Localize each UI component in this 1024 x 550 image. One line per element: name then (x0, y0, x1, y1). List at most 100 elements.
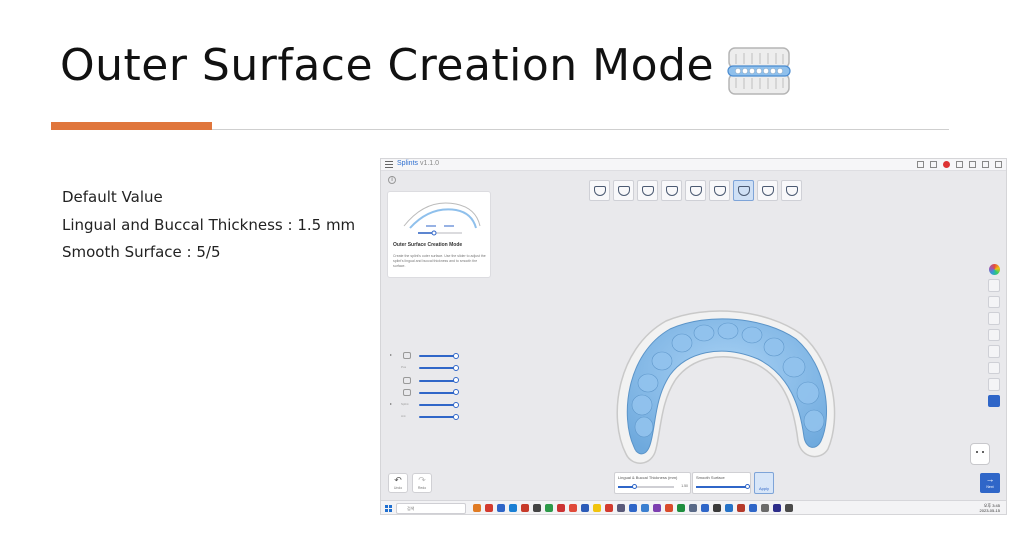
view-cube[interactable] (970, 443, 990, 465)
mail-icon[interactable] (930, 161, 937, 168)
tool-check[interactable] (781, 180, 802, 201)
note-line: Default Value (62, 188, 163, 206)
visibility-row: Ant (389, 412, 459, 424)
grid-icon[interactable] (988, 279, 1000, 292)
taskbar-app-icon[interactable] (773, 504, 781, 512)
box-icon[interactable] (988, 361, 1000, 374)
splint-3d-model[interactable] (606, 309, 846, 469)
taskbar-app-icon[interactable] (749, 504, 757, 512)
taskbar-app-icon[interactable] (761, 504, 769, 512)
align-icon (618, 186, 630, 196)
slider-knob[interactable] (453, 413, 459, 420)
taskbar-apps (473, 504, 793, 512)
taskbar-app-icon[interactable] (629, 504, 637, 512)
tool-settings[interactable] (589, 180, 610, 201)
slide: Outer Surface Creation Mode Default Valu… (0, 0, 1024, 550)
opacity-slider[interactable] (419, 355, 457, 357)
taskbar-app-icon[interactable] (509, 504, 517, 512)
tool-text[interactable] (757, 180, 778, 201)
title-bar: Splints v1.1.0 (381, 159, 1006, 171)
undo-button[interactable]: ↶ Undo (388, 473, 408, 493)
expand-icon[interactable]: ▸ (390, 352, 392, 357)
taskbar-app-icon[interactable] (485, 504, 493, 512)
visibility-sliders: ▸ Pos ▸ Splint Ant (389, 351, 459, 425)
scan-icon[interactable] (988, 328, 1000, 341)
taskbar-search-input[interactable]: 검색 (396, 503, 466, 514)
record-icon[interactable] (943, 161, 950, 168)
thickness-value: 1.50 (681, 484, 688, 488)
taskbar-app-icon[interactable] (581, 504, 589, 512)
smooth-knob[interactable] (744, 484, 750, 489)
layer-icon[interactable] (988, 345, 1000, 358)
mode-help-card: Outer Surface Creation Mode Create the s… (387, 191, 491, 278)
screen-icon[interactable] (988, 394, 1000, 407)
slider-knob[interactable] (453, 377, 459, 384)
settings-icon[interactable] (956, 161, 963, 168)
taskbar-app-icon[interactable] (557, 504, 565, 512)
start-icon[interactable] (385, 505, 392, 512)
rotate-icon[interactable] (988, 378, 1000, 391)
maximize-icon[interactable] (982, 161, 989, 168)
taskbar-app-icon[interactable] (665, 504, 673, 512)
opacity-slider[interactable] (419, 379, 457, 382)
tool-arch[interactable] (685, 180, 706, 201)
taskbar-app-icon[interactable] (785, 504, 793, 512)
opacity-slider[interactable] (419, 416, 457, 419)
visibility-row: ▸ (389, 351, 459, 363)
taskbar-app-icon[interactable] (701, 504, 709, 512)
taskbar-app-icon[interactable] (641, 504, 649, 512)
check-icon (786, 186, 798, 196)
taskbar-app-icon[interactable] (605, 504, 613, 512)
taskbar-app-icon[interactable] (473, 504, 481, 512)
slider-knob[interactable] (453, 401, 459, 408)
expand-icon[interactable]: ▸ (390, 401, 392, 406)
next-button[interactable]: → Next (980, 473, 1000, 493)
tool-block-out[interactable] (661, 180, 682, 201)
taskbar-app-icon[interactable] (713, 504, 721, 512)
opacity-slider[interactable] (419, 391, 457, 394)
taskbar-app-icon[interactable] (545, 504, 553, 512)
thickness-panel: Lingual & Buccal Thickness (mm) 1.50 (614, 472, 691, 494)
info-icon[interactable]: i (388, 176, 396, 184)
taskbar-app-icon[interactable] (521, 504, 529, 512)
slider-knob[interactable] (453, 364, 459, 371)
visibility-row: ▸ Splint (389, 400, 459, 412)
thickness-slider[interactable] (618, 484, 674, 489)
minimize-icon[interactable] (969, 161, 976, 168)
smooth-panel: Smooth Surface (692, 472, 751, 494)
taskbar-app-icon[interactable] (497, 504, 505, 512)
slider-knob[interactable] (453, 352, 459, 359)
tool-occlusion[interactable] (709, 180, 730, 201)
title-rule (212, 129, 949, 130)
hand-icon[interactable] (988, 312, 1000, 325)
taskbar-app-icon[interactable] (569, 504, 577, 512)
taskbar-app-icon[interactable] (725, 504, 733, 512)
taskbar-app-icon[interactable] (653, 504, 661, 512)
taskbar-app-icon[interactable] (689, 504, 697, 512)
opacity-slider[interactable] (419, 367, 457, 370)
taskbar-app-icon[interactable] (533, 504, 541, 512)
taskbar-clock: 오후 3:45 2023-05-15 (979, 503, 1000, 513)
taskbar-app-icon[interactable] (677, 504, 685, 512)
opacity-slider[interactable] (419, 404, 457, 407)
taskbar-app-icon[interactable] (617, 504, 625, 512)
view-icon[interactable] (988, 295, 1000, 308)
smooth-label: Smooth Surface (696, 475, 725, 480)
redo-button[interactable]: ↷ Redo (412, 473, 432, 493)
apply-button[interactable]: Apply (754, 472, 774, 494)
color-wheel-icon[interactable] (988, 264, 1000, 275)
menu-icon[interactable] (385, 161, 393, 168)
thickness-knob[interactable] (632, 484, 638, 489)
slider-knob[interactable] (453, 389, 459, 396)
tool-align[interactable] (613, 180, 634, 201)
smooth-slider[interactable] (696, 484, 750, 489)
row-label: Pos (401, 365, 407, 370)
screenshot-icon[interactable] (917, 161, 924, 168)
settings-icon (594, 186, 606, 196)
jaw-icon (403, 352, 411, 359)
taskbar-app-icon[interactable] (737, 504, 745, 512)
tool-path[interactable] (637, 180, 658, 201)
tool-outer-surface[interactable] (733, 180, 754, 201)
close-icon[interactable] (995, 161, 1002, 168)
taskbar-app-icon[interactable] (593, 504, 601, 512)
